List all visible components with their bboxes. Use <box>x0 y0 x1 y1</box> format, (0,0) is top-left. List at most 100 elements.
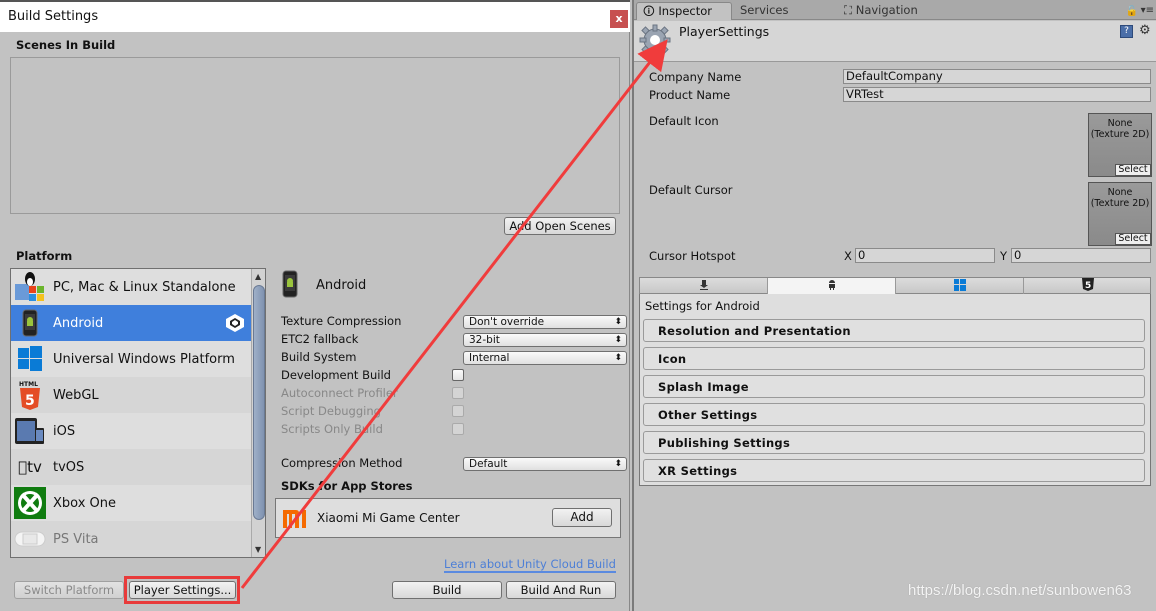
company-name-label: Company Name <box>649 70 742 84</box>
development-build-checkbox[interactable] <box>452 369 464 381</box>
platform-header-label: Android <box>316 278 367 293</box>
platform-tab-android[interactable] <box>768 278 896 294</box>
foldout-label: Splash Image <box>658 380 749 394</box>
platform-tab-standalone[interactable] <box>640 278 768 294</box>
platform-label: Universal Windows Platform <box>53 351 235 367</box>
tab-label: Inspector <box>658 4 713 18</box>
apple-tv-icon: tv <box>18 458 42 476</box>
sdk-name: Xiaomi Mi Game Center <box>317 511 460 525</box>
platform-item-webgl[interactable]: HTML 5 WebGL <box>11 377 251 413</box>
add-open-scenes-button[interactable]: Add Open Scenes <box>504 217 616 235</box>
build-system-label: Build System <box>281 350 357 364</box>
scroll-down-arrow-icon[interactable]: ▼ <box>255 545 261 554</box>
platform-item-uwp[interactable]: Universal Windows Platform <box>11 341 251 377</box>
svg-text:5: 5 <box>1085 281 1091 291</box>
tab-inspector[interactable]: 🛈 Inspector <box>636 2 732 20</box>
build-system-row: Build System Internal ⬍ <box>281 350 627 366</box>
android-settings-header: Android <box>282 270 366 301</box>
lock-icon[interactable]: 🔓 <box>1126 6 1138 17</box>
android-robot-icon <box>828 279 836 293</box>
scroll-up-arrow-icon[interactable]: ▲ <box>255 272 261 281</box>
platform-item-xbox[interactable]: Xbox One <box>11 485 251 521</box>
html5-icon: 5 <box>1082 278 1094 294</box>
foldout-label: Other Settings <box>658 408 758 422</box>
etc2-fallback-dropdown[interactable]: 32-bit ⬍ <box>463 333 627 347</box>
tab-menu-icon[interactable]: ▾≡ <box>1141 5 1154 16</box>
build-system-dropdown[interactable]: Internal ⬍ <box>463 351 627 365</box>
foldout-publishing-settings[interactable]: Publishing Settings <box>643 431 1145 454</box>
texture-compression-label: Texture Compression <box>281 314 402 328</box>
platform-label: tvOS <box>53 459 85 475</box>
foldout-label: XR Settings <box>658 464 738 478</box>
platform-list: PC, Mac & Linux Standalone Android Unive… <box>10 268 266 558</box>
compression-method-dropdown[interactable]: Default ⬍ <box>463 457 627 471</box>
watermark: https://blog.csdn.net/sunbowen63 <box>908 582 1132 599</box>
hotspot-x-field[interactable]: 0 <box>855 248 995 263</box>
dropdown-arrows-icon: ⬍ <box>614 353 622 363</box>
add-sdk-button[interactable]: Add <box>552 508 612 527</box>
cursor-hotspot-label: Cursor Hotspot <box>649 249 736 263</box>
player-settings-button[interactable]: Player Settings... <box>129 581 236 599</box>
product-name-field[interactable]: VRTest <box>843 87 1151 102</box>
scenes-list[interactable] <box>10 57 620 214</box>
platform-list-scrollbar[interactable]: ▲ ▼ <box>251 269 265 557</box>
build-settings-window: Build Settings x Scenes In Build Add Ope… <box>0 0 630 611</box>
foldout-label: Publishing Settings <box>658 436 791 450</box>
scenes-in-build-title: Scenes In Build <box>16 38 116 52</box>
foldout-resolution[interactable]: Resolution and Presentation <box>643 319 1145 342</box>
tab-label: Navigation <box>855 3 918 17</box>
windows-icon <box>953 278 966 294</box>
platform-item-android[interactable]: Android <box>11 305 251 341</box>
windows-icon <box>11 341 49 377</box>
help-book-icon[interactable]: ? <box>1120 25 1133 38</box>
default-cursor-slot[interactable]: None (Texture 2D) Select <box>1088 182 1152 246</box>
xiaomi-logo-icon <box>282 509 308 529</box>
foldout-splash-image[interactable]: Splash Image <box>643 375 1145 398</box>
tab-navigation[interactable]: ⛶ Navigation <box>838 2 958 20</box>
settings-gear-icon[interactable]: ⚙ <box>1139 23 1151 38</box>
foldout-other-settings[interactable]: Other Settings <box>643 403 1145 426</box>
dropdown-value: Don't override <box>469 316 545 328</box>
foldout-icon[interactable]: Icon <box>643 347 1145 370</box>
platform-item-ps-vita[interactable]: PS Vita <box>11 521 251 557</box>
foldout-xr-settings[interactable]: XR Settings <box>643 459 1145 482</box>
dropdown-value: Default <box>469 458 508 470</box>
default-icon-select-button[interactable]: Select <box>1115 164 1151 176</box>
tab-services[interactable]: Services <box>734 2 834 20</box>
dropdown-arrows-icon: ⬍ <box>614 317 622 327</box>
title-bar: Build Settings x <box>0 0 630 32</box>
texture-compression-row: Texture Compression Don't override ⬍ <box>281 314 627 330</box>
cloud-build-link[interactable]: Learn about Unity Cloud Build <box>444 557 616 573</box>
build-button[interactable]: Build <box>392 581 502 599</box>
platform-item-tvos[interactable]: tv tvOS <box>11 449 251 485</box>
autoconnect-profiler-checkbox[interactable] <box>452 387 464 399</box>
platform-tab-webgl[interactable]: 5 <box>1024 278 1152 294</box>
player-settings-gear-icon <box>639 24 671 56</box>
object-title: PlayerSettings <box>679 24 770 39</box>
scripts-only-build-checkbox[interactable] <box>452 423 464 435</box>
script-debugging-checkbox[interactable] <box>452 405 464 417</box>
default-cursor-select-button[interactable]: Select <box>1115 233 1151 245</box>
unity-logo-icon <box>225 313 245 333</box>
hotspot-y-field[interactable]: 0 <box>1011 248 1151 263</box>
default-icon-slot[interactable]: None (Texture 2D) Select <box>1088 113 1152 177</box>
platform-item-ios[interactable]: iOS <box>11 413 251 449</box>
platform-tab-windows[interactable] <box>896 278 1024 294</box>
platform-label: Android <box>53 315 104 331</box>
close-button[interactable]: x <box>610 10 628 28</box>
platform-label: PC, Mac & Linux Standalone <box>53 279 236 295</box>
company-name-field[interactable]: DefaultCompany <box>843 69 1151 84</box>
platform-item-standalone[interactable]: PC, Mac & Linux Standalone <box>11 269 251 305</box>
scrollbar-thumb[interactable] <box>253 285 265 520</box>
platform-settings-panel: Settings for Android Resolution and Pres… <box>639 294 1151 486</box>
slot-text: None (Texture 2D) <box>1090 118 1150 140</box>
build-and-run-button[interactable]: Build And Run <box>506 581 616 599</box>
scripts-only-build-row: Scripts Only Build <box>281 422 621 438</box>
texture-compression-dropdown[interactable]: Don't override ⬍ <box>463 315 627 329</box>
dropdown-arrows-icon: ⬍ <box>614 459 622 469</box>
development-build-label: Development Build <box>281 368 391 382</box>
xbox-icon <box>11 485 49 521</box>
switch-platform-button[interactable]: Switch Platform <box>14 581 124 599</box>
hotspot-x-label: X <box>844 249 852 263</box>
compression-method-row: Compression Method Default ⬍ <box>281 456 627 472</box>
